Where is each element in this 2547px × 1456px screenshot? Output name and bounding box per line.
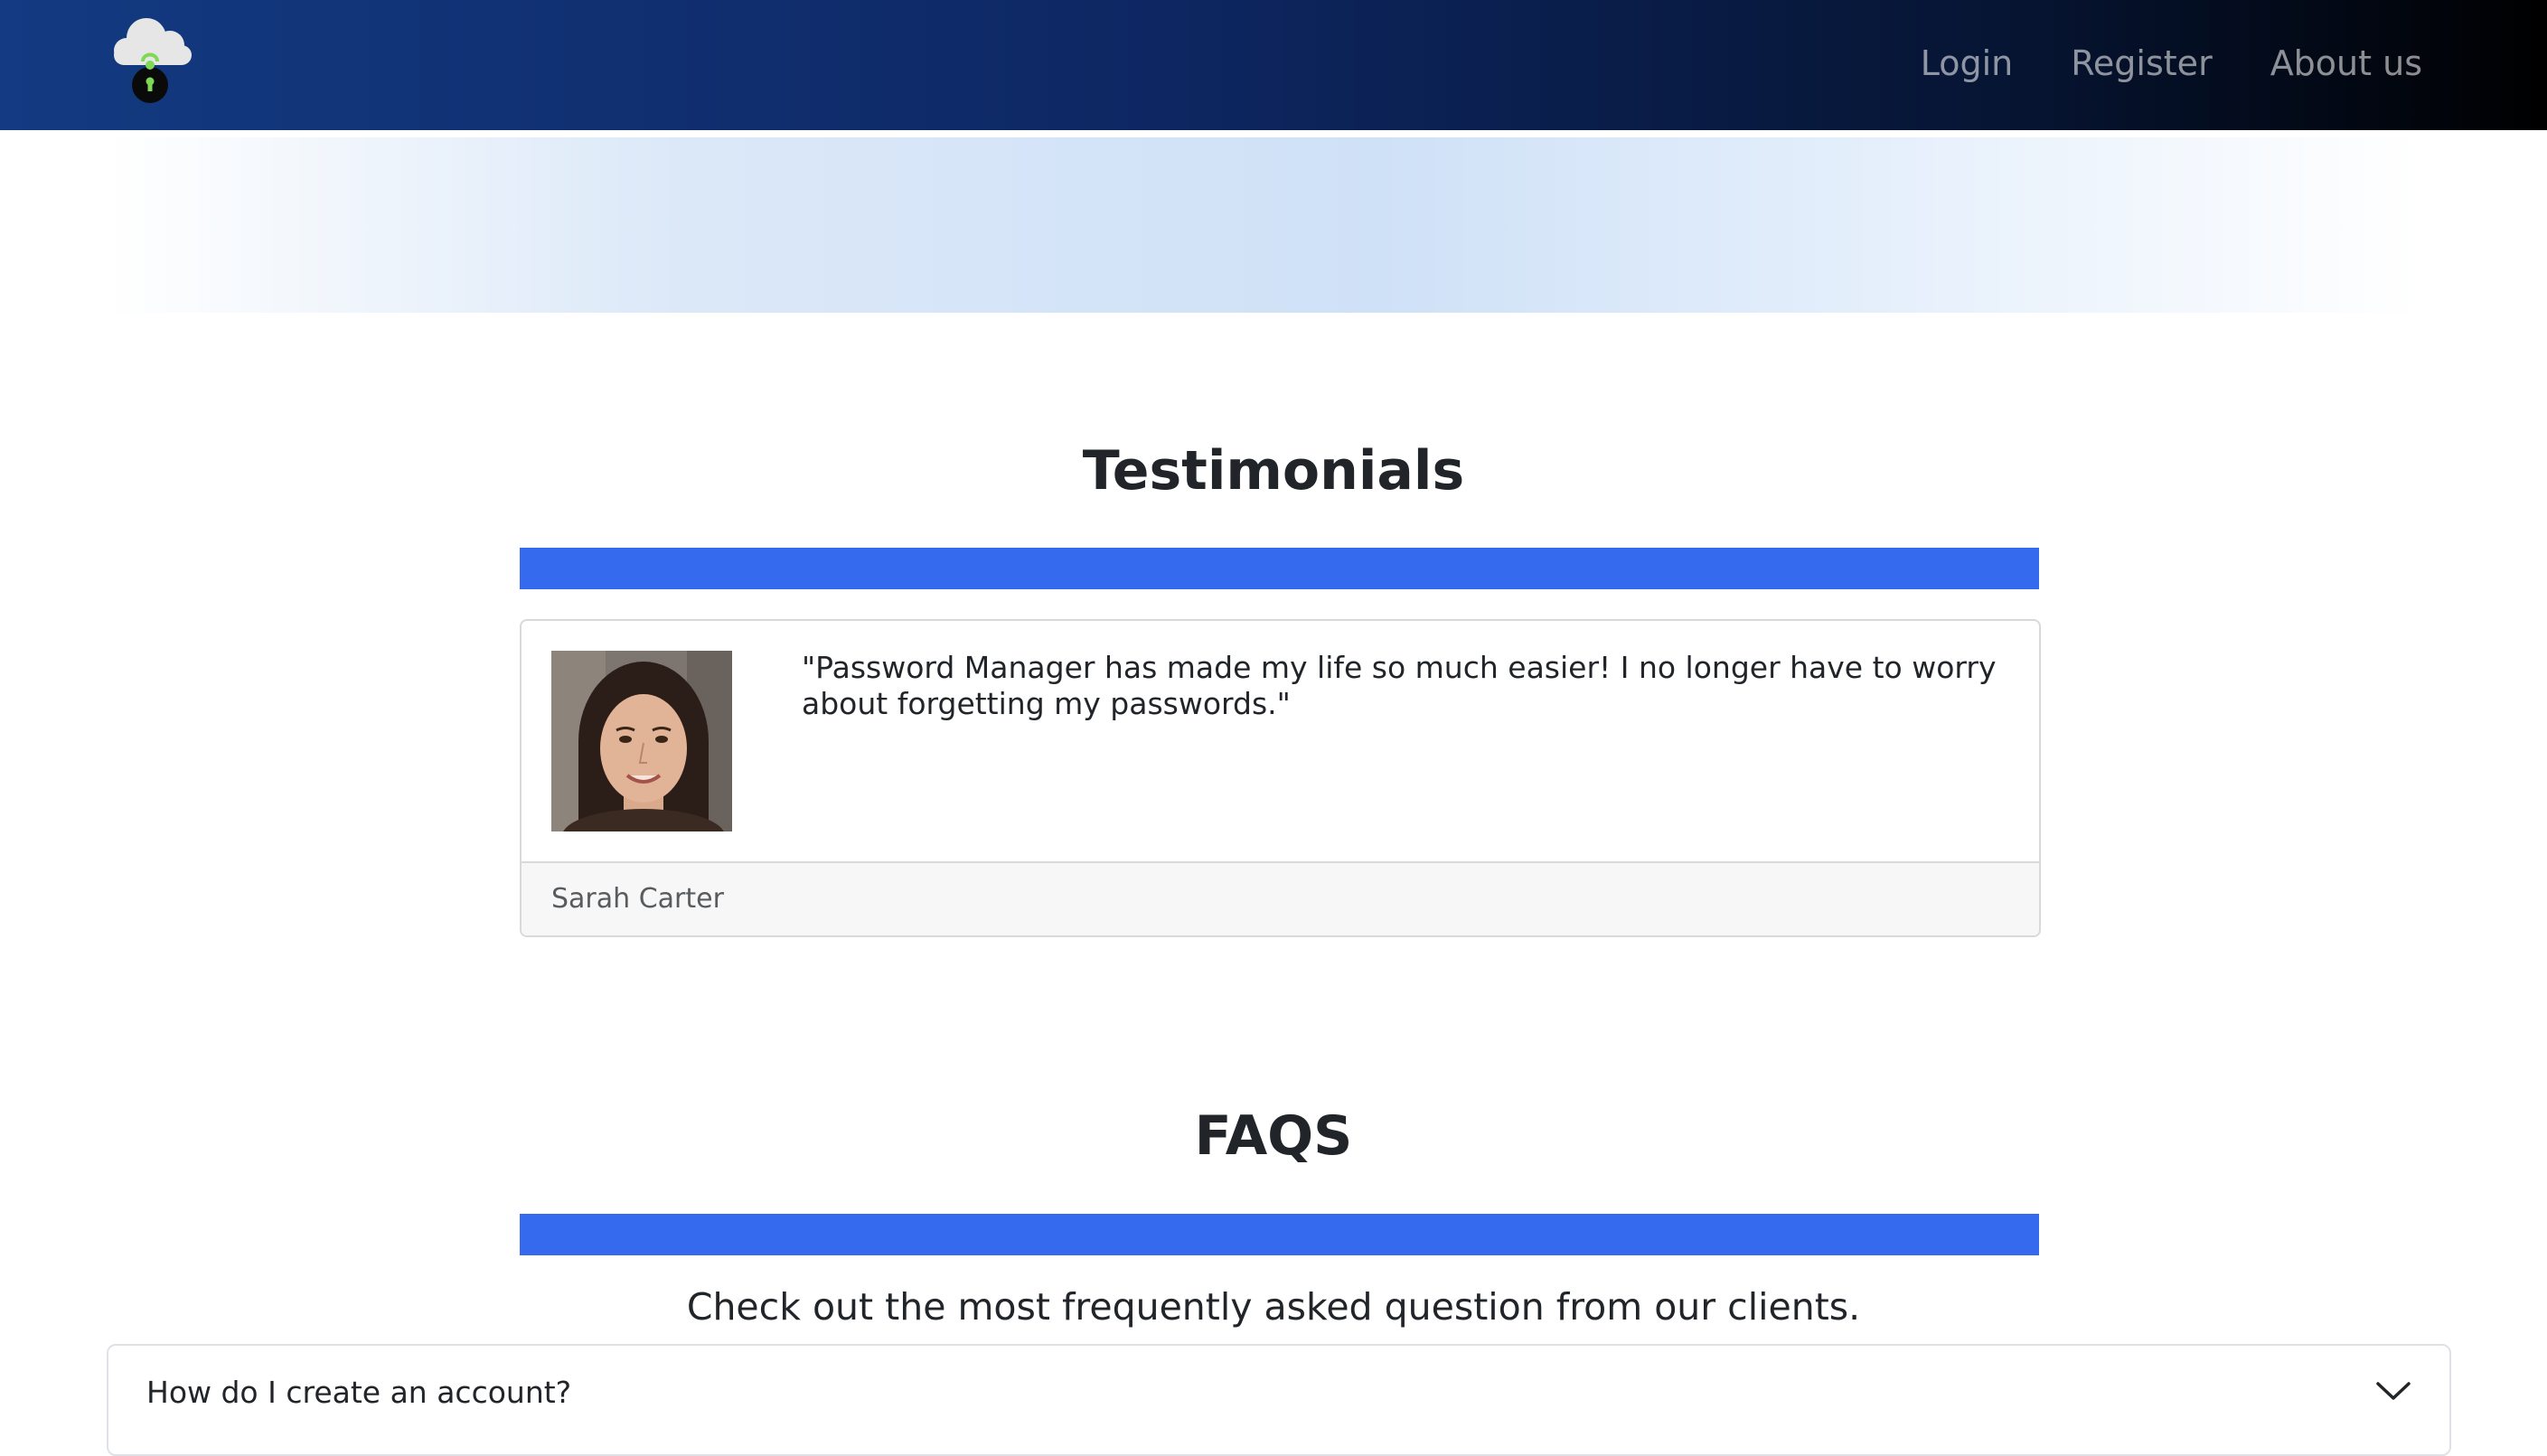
nav-links: Login Register About us bbox=[1921, 0, 2422, 127]
navbar: Login Register About us bbox=[0, 0, 2547, 130]
cloud-lock-logo-icon[interactable] bbox=[107, 13, 201, 108]
faqs-title: FAQS bbox=[1194, 1104, 1353, 1168]
hero-banner bbox=[107, 137, 2420, 313]
nav-login-link[interactable]: Login bbox=[1921, 43, 2014, 83]
testimonial-card-body: "Password Manager has made my life so mu… bbox=[522, 621, 2039, 860]
chevron-down-icon[interactable] bbox=[2375, 1380, 2411, 1402]
testimonial-card: "Password Manager has made my life so mu… bbox=[520, 619, 2041, 937]
faq-accordion-item[interactable]: How do I create an account? bbox=[107, 1344, 2451, 1456]
testimonial-author: Sarah Carter bbox=[551, 883, 724, 915]
faqs-accent-bar bbox=[520, 1214, 2039, 1255]
nav-about-us-link[interactable]: About us bbox=[2270, 43, 2422, 83]
faq-question[interactable]: How do I create an account? bbox=[146, 1375, 571, 1410]
nav-register-link[interactable]: Register bbox=[2071, 43, 2212, 83]
testimonials-title: Testimonials bbox=[1082, 439, 1465, 503]
testimonials-accent-bar bbox=[520, 548, 2039, 589]
testimonial-card-footer: Sarah Carter bbox=[522, 861, 2039, 935]
testimonial-quote: "Password Manager has made my life so mu… bbox=[802, 650, 1997, 721]
avatar bbox=[551, 651, 732, 831]
faqs-intro-text: Check out the most frequently asked ques… bbox=[686, 1285, 1861, 1329]
